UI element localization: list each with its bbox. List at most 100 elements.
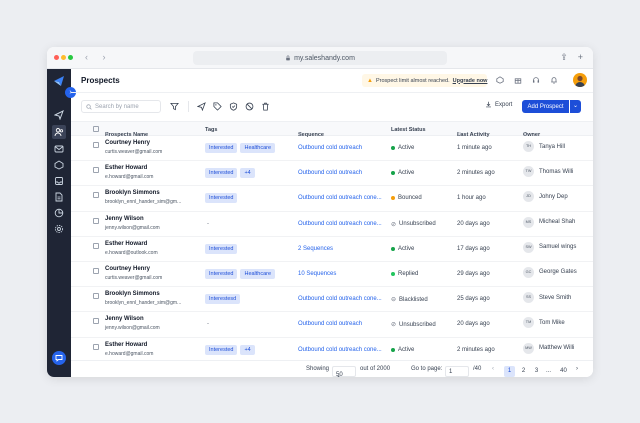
maximize-window-dot[interactable]: [68, 55, 73, 60]
status-dot: [391, 271, 395, 276]
sequence-link[interactable]: 10 Sequences: [298, 271, 336, 277]
next-page-icon[interactable]: ›: [576, 366, 578, 372]
sequence-link[interactable]: Outbound cold outreach: [298, 145, 362, 151]
minimize-window-dot[interactable]: [61, 55, 66, 60]
status-cell: Active: [391, 246, 414, 252]
page-2-button[interactable]: 2: [518, 366, 529, 377]
tag-icon[interactable]: [213, 102, 222, 111]
back-forward-icon[interactable]: ‹ ›: [85, 52, 112, 62]
row-checkbox[interactable]: [93, 267, 99, 274]
page-1-button[interactable]: 1: [504, 366, 515, 377]
page-size-select[interactable]: 50 ⌄: [332, 366, 356, 377]
gift-icon[interactable]: [514, 76, 522, 84]
table-header: Prospects Name ⇅ Tags Sequence ⇅ Latest …: [71, 121, 593, 138]
table-row[interactable]: Courtney Henry curtis.weaver@gmail.com Int…: [71, 136, 593, 162]
prospect-email: e.howard@gmail.com: [105, 174, 154, 181]
mail-icon[interactable]: [54, 144, 64, 154]
page-40-button[interactable]: 40: [558, 366, 569, 377]
search-box[interactable]: Search by name: [81, 100, 161, 113]
prospect-name[interactable]: Esther Howard: [105, 241, 147, 247]
tag-badge[interactable]: Interested: [205, 268, 238, 279]
filter-icon[interactable]: [170, 102, 179, 111]
table-row[interactable]: Jenny Wilson jenny.wilson@gmail.com - Outbo…: [71, 212, 593, 237]
prospect-name[interactable]: Esther Howard: [105, 165, 147, 171]
add-prospect-button[interactable]: Add Prospect: [522, 100, 569, 113]
no-tags-dash: -: [207, 220, 209, 227]
table-row[interactable]: Courtney Henry curtis.weaver@gmail.com Int…: [71, 262, 593, 288]
tag-badge[interactable]: Healthcare: [240, 143, 276, 153]
sequence-link[interactable]: Outbound cold outreach cone...: [298, 221, 382, 227]
sequence-link[interactable]: Outbound cold outreach cone...: [298, 195, 382, 201]
trash-icon[interactable]: [261, 102, 270, 111]
share-icon[interactable]: ⇪: [560, 52, 568, 63]
row-checkbox[interactable]: [93, 217, 99, 224]
templates-icon[interactable]: [54, 160, 64, 170]
prev-page-icon[interactable]: ‹: [492, 366, 494, 372]
go-to-page-label: Go to page:: [411, 366, 443, 372]
bell-icon[interactable]: [550, 76, 558, 84]
sequence-link[interactable]: 2 Sequences: [298, 246, 333, 252]
status-cell: Active: [391, 347, 414, 353]
tag-badge[interactable]: Interested: [205, 193, 238, 204]
send-icon[interactable]: [54, 110, 64, 120]
tags-cell: Interested: [205, 243, 238, 254]
table-row[interactable]: Brooklyn Simmons brooklyn_ennl_hander_sim…: [71, 287, 593, 313]
tag-badge[interactable]: +4: [240, 168, 255, 179]
document-icon[interactable]: [54, 192, 64, 202]
integrations-icon[interactable]: [496, 76, 504, 84]
row-checkbox[interactable]: [93, 242, 99, 249]
table-row[interactable]: Jenny Wilson jenny.wilson@gmail.com - Outbo…: [71, 312, 593, 338]
row-checkbox[interactable]: [93, 318, 99, 325]
settings-icon[interactable]: [54, 224, 64, 234]
add-to-sequence-icon[interactable]: [197, 102, 206, 111]
verify-shield-icon[interactable]: [229, 102, 238, 111]
select-all-checkbox[interactable]: [93, 126, 99, 132]
prospect-name[interactable]: Brooklyn Simmons: [105, 291, 160, 297]
prospect-name[interactable]: Courtney Henry: [105, 266, 150, 272]
inbox-icon[interactable]: [54, 176, 64, 186]
user-avatar[interactable]: [573, 73, 587, 87]
sequence-link[interactable]: Outbound cold outreach cone...: [298, 347, 382, 353]
chat-support-button[interactable]: [52, 351, 66, 365]
close-window-dot[interactable]: [54, 55, 59, 60]
row-checkbox[interactable]: [93, 192, 99, 199]
go-to-page-input[interactable]: 1: [445, 366, 469, 377]
prospect-name[interactable]: Jenny Wilson: [105, 216, 144, 222]
tag-badge[interactable]: Interested: [205, 344, 238, 355]
sequence-link[interactable]: Outbound cold outreach: [298, 170, 362, 176]
prospects-icon[interactable]: [52, 125, 66, 139]
table-row[interactable]: Esther Howard e.howard@gmail.com Intereste…: [71, 338, 593, 363]
address-bar[interactable]: my.saleshandy.com: [193, 51, 447, 65]
row-checkbox[interactable]: [93, 142, 99, 148]
block-icon[interactable]: [245, 102, 254, 111]
prospect-name[interactable]: Esther Howard: [105, 342, 147, 348]
table-row[interactable]: Esther Howard e.howard@gmail.com Intereste…: [71, 161, 593, 187]
prospect-name[interactable]: Courtney Henry: [105, 140, 150, 146]
row-checkbox[interactable]: [93, 343, 99, 350]
sequence-link[interactable]: Outbound cold outreach cone...: [298, 296, 382, 302]
tags-cell: Interestesd: [205, 294, 241, 305]
prospect-name[interactable]: Brooklyn Simmons: [105, 190, 160, 196]
tag-badge[interactable]: Interested: [205, 143, 238, 153]
headset-icon[interactable]: [532, 76, 540, 84]
sequence-link[interactable]: Outbound cold outreach: [298, 321, 362, 327]
status-text: Active: [398, 245, 415, 252]
row-checkbox[interactable]: [93, 167, 99, 174]
prospect-name[interactable]: Jenny Wilson: [105, 316, 144, 322]
chevron-down-icon[interactable]: ⌄: [570, 100, 581, 113]
table-row[interactable]: Brooklyn Simmons brooklyn_ennl_hander_sim…: [71, 186, 593, 212]
row-checkbox[interactable]: [93, 293, 99, 300]
tag-badge[interactable]: Interested: [205, 243, 238, 254]
tag-badge[interactable]: Healthcare: [240, 268, 276, 279]
upgrade-now-link[interactable]: Upgrade now: [453, 78, 488, 84]
analytics-icon[interactable]: [54, 208, 64, 218]
new-tab-icon[interactable]: +: [578, 52, 583, 63]
tag-badge[interactable]: +4: [240, 344, 255, 355]
tag-badge[interactable]: Interested: [205, 168, 238, 179]
last-activity: 1 hour ago: [457, 195, 486, 202]
owner-name: Steve Smith: [539, 294, 572, 301]
table-row[interactable]: Esther Howard e.howard@outlook.com Interes…: [71, 237, 593, 262]
export-button[interactable]: Export: [485, 101, 512, 108]
tag-badge[interactable]: Interestesd: [205, 294, 241, 305]
page-3-button[interactable]: 3: [531, 366, 542, 377]
